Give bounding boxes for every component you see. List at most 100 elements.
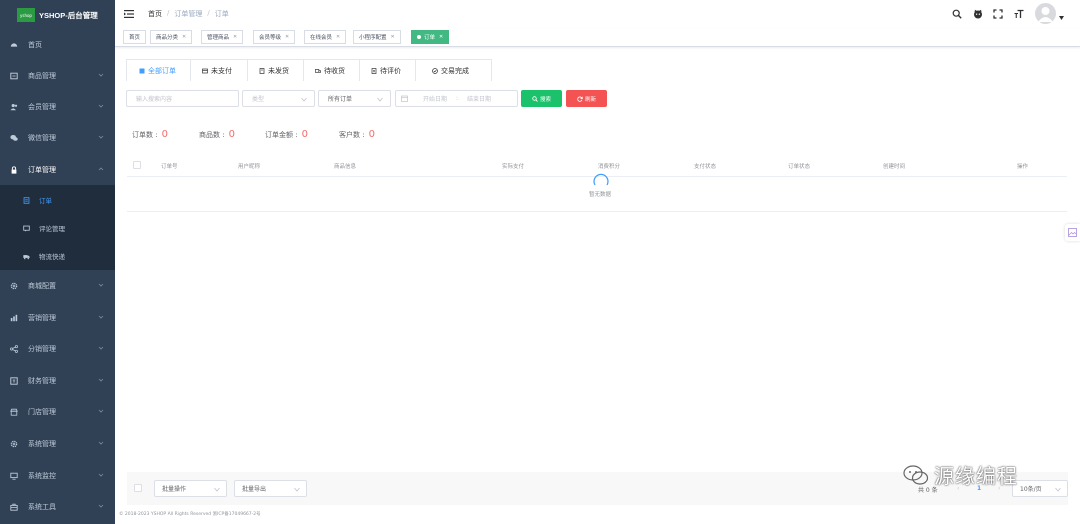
footer-select-all-checkbox[interactable] [134, 484, 142, 492]
column-actual-payment[interactable]: 实际支付 [502, 162, 524, 170]
chevron-down-icon [98, 409, 104, 413]
search-icon[interactable] [952, 9, 962, 19]
sidebar-item-stores[interactable]: 门店管理 [0, 397, 115, 427]
tags-view: 首页 商品分类 ✕ 管理商品 ✕ 会员等级 ✕ 在线会员 ✕ 小程序配置 ✕ 订单 ✕ [115, 29, 1080, 47]
sidebar-item-shop-config[interactable]: 商城配置 [0, 271, 115, 301]
logo[interactable]: yshop YSHOP-后台管理 [0, 0, 115, 30]
stat-goods-count: 商品数 :0 [199, 129, 265, 140]
sidebar-item-label: 商品管理 [28, 72, 56, 80]
sidebar-item-monitor[interactable]: 系统监控 [0, 461, 115, 491]
type-select[interactable]: 类型 [242, 90, 315, 107]
tag-home[interactable]: 首页 [123, 30, 147, 44]
chevron-up-icon [98, 167, 104, 171]
tag-member-level[interactable]: 会员等级 ✕ [253, 30, 296, 44]
chevron-down-icon [98, 315, 104, 319]
sidebar-item-system[interactable]: 系统管理 [0, 429, 115, 459]
batch-export-select[interactable]: 批量导出 [234, 480, 307, 497]
start-date-input[interactable]: 开始日期 [423, 94, 447, 103]
order-doc-icon [22, 196, 30, 204]
batch-export-label: 批量导出 [242, 486, 267, 493]
tab-unshipped[interactable]: 未发货 [247, 59, 304, 81]
stat-label: 订单数 : [132, 131, 158, 139]
sidebar-subitem-order[interactable]: 订单 [0, 186, 115, 214]
stat-label: 商品数 : [199, 131, 225, 139]
tab-unpaid[interactable]: 未支付 [190, 59, 248, 81]
monitor-icon [10, 472, 18, 480]
sidebar-item-wechat[interactable]: 微信管理 [0, 123, 115, 153]
batch-action-select[interactable]: 批量操作 [154, 480, 227, 497]
tab-label: 未支付 [211, 66, 232, 75]
search-input[interactable]: 输入搜索内容 [126, 90, 239, 107]
order-type-select[interactable]: 所有订单 [318, 90, 391, 107]
close-icon[interactable]: ✕ [336, 34, 340, 40]
batch-action-label: 批量操作 [162, 486, 187, 493]
chevron-down-icon [98, 473, 104, 477]
search-button-label: 搜索 [539, 96, 551, 103]
sidebar-item-finance[interactable]: ¥ 财务管理 [0, 366, 115, 396]
column-order-status[interactable]: 订单状态 [788, 162, 810, 170]
sidebar-item-label: 首页 [28, 41, 42, 49]
side-tool-button[interactable] [1065, 224, 1080, 241]
column-user-nickname[interactable]: 用户昵称 [238, 162, 260, 170]
tag-miniapp-config[interactable]: 小程序配置 ✕ [353, 30, 401, 44]
sidebar-item-members[interactable]: 会员管理 [0, 92, 115, 122]
close-icon[interactable]: ✕ [285, 34, 289, 40]
watermark: 源缘编程 [903, 460, 1018, 489]
breadcrumb-current: 订单 [214, 10, 229, 18]
breadcrumb-home[interactable]: 首页 [148, 9, 162, 19]
date-range-picker[interactable]: 开始日期 : 结束日期 [395, 90, 518, 107]
github-icon[interactable] [973, 9, 983, 19]
box-icon [259, 67, 265, 74]
select-all-checkbox[interactable] [133, 161, 141, 169]
tag-manage-goods[interactable]: 管理商品 ✕ [201, 30, 244, 44]
sidebar-item-distribution[interactable]: 分销管理 [0, 334, 115, 364]
stat-value: 0 [368, 129, 375, 140]
check-circle-icon [432, 67, 438, 74]
close-icon[interactable]: ✕ [233, 34, 237, 40]
close-icon[interactable]: ✕ [182, 34, 186, 40]
sidebar-item-goods[interactable]: 商品管理 [0, 61, 115, 91]
sidebar-item-marketing[interactable]: 营销管理 [0, 303, 115, 333]
breadcrumb-order-management[interactable]: 订单管理 [174, 9, 202, 19]
page-size-label: 10条/页 [1020, 486, 1042, 493]
fullscreen-icon[interactable] [993, 9, 1003, 19]
sidebar-subitem-comments[interactable]: 评论管理 [0, 214, 115, 242]
close-icon[interactable]: ✕ [439, 34, 443, 40]
refresh-button[interactable]: 刷新 [566, 90, 607, 107]
end-date-input[interactable]: 结束日期 [467, 94, 491, 103]
tab-completed[interactable]: 交易完成 [415, 59, 492, 81]
hamburger-icon[interactable] [124, 9, 134, 19]
tab-to-review[interactable]: 待评价 [359, 59, 416, 81]
sidebar-item-label: 系统监控 [28, 472, 56, 480]
page-size-select[interactable]: 10条/页 [1012, 480, 1068, 497]
sidebar-item-orders[interactable]: 订单管理 [0, 155, 115, 185]
stat-value: 0 [161, 129, 168, 140]
breadcrumb: 首页 / 订单管理 / 订单 [148, 9, 229, 19]
avatar[interactable] [1035, 3, 1056, 24]
goods-icon [10, 72, 18, 80]
column-points[interactable]: 消费积分 [598, 162, 620, 170]
finance-icon: ¥ [10, 377, 18, 385]
font-size-icon[interactable] [1014, 9, 1024, 19]
app-title: YSHOP-后台管理 [39, 10, 98, 20]
stat-order-amount: 订单金额 :0 [265, 129, 339, 140]
tag-online-members[interactable]: 在线会员 ✕ [304, 30, 347, 44]
sidebar-subitem-logistics[interactable]: 物流快递 [0, 242, 115, 270]
tab-to-receive[interactable]: 待收货 [303, 59, 360, 81]
column-pay-status[interactable]: 支付状态 [694, 162, 716, 170]
column-goods-info[interactable]: 商品信息 [334, 162, 356, 170]
refresh-icon [577, 96, 583, 102]
close-icon[interactable]: ✕ [391, 34, 395, 40]
tag-goods-category[interactable]: 商品分类 ✕ [150, 30, 193, 44]
column-order-no[interactable]: 订单号 [161, 162, 178, 170]
wechat-watermark-icon [903, 464, 929, 485]
tab-all-orders[interactable]: 全部订单 [126, 59, 191, 81]
tag-order[interactable]: 订单 ✕ [411, 30, 450, 44]
column-created-time[interactable]: 创建时间 [883, 162, 905, 170]
search-button[interactable]: 搜索 [521, 90, 562, 107]
sidebar-item-tools[interactable]: 系统工具 [0, 492, 115, 522]
type-select-placeholder: 类型 [252, 96, 265, 103]
stat-label: 客户数 : [339, 131, 365, 139]
sidebar-item-home[interactable]: 首页 [0, 30, 115, 60]
caret-down-icon[interactable] [1059, 16, 1064, 20]
